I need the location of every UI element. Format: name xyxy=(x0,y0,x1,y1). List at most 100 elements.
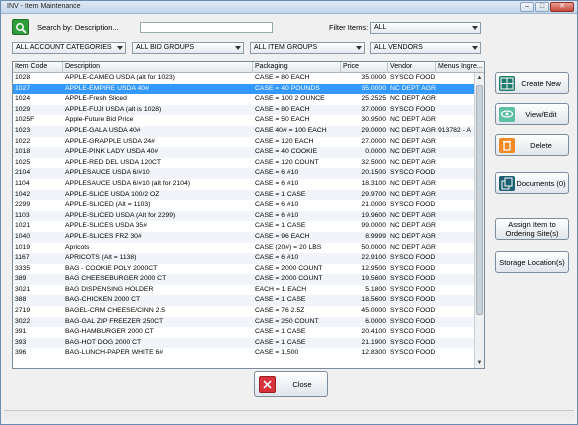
cell-item-code: 1025F xyxy=(15,116,35,124)
cell-packaging: CASE = 100 2 OUNCE xyxy=(255,95,325,103)
item-groups-select[interactable]: ALL ITEM GROUPS xyxy=(250,42,365,54)
cell-packaging: CASE = 40 POUNDS xyxy=(255,84,320,92)
table-row[interactable]: 1028 APPLE-CAMEO USDA (alt for 1023) CASE … xyxy=(13,73,475,84)
table-row[interactable]: 2299 APPLE-SLICED (Alt = 1103) CASE = 6 #1… xyxy=(13,200,475,211)
table-row[interactable]: 3022 BAG-GAL ZIP FREEZER 250CT CASE = 250 … xyxy=(13,316,475,328)
column-header-price[interactable]: Price xyxy=(341,62,388,73)
table-header: Item Code Description Packaging Price Ve… xyxy=(13,62,484,73)
table-row[interactable]: 1024 APPLE-Fresh Sliced CASE = 100 2 OUNCE… xyxy=(13,94,475,105)
scroll-up-icon[interactable]: ▲ xyxy=(475,73,484,83)
cell-item-code: 393 xyxy=(15,338,27,346)
table-row[interactable]: 1025F Apple-Future Bid Price CASE = 50 EAC… xyxy=(13,115,475,126)
cell-vendor: NC DEPT AGRI xyxy=(390,148,436,156)
table-row[interactable]: 388 BAG-CHICKEN 2000 CT CASE = 1 CASE 18.56… xyxy=(13,295,475,307)
cell-price: 0.0000 xyxy=(365,148,386,156)
table-row[interactable]: 1021 APPLE-SLICES USDA 35# CASE = 1 CASE 99… xyxy=(13,221,475,232)
table-row[interactable]: 3335 BAG - COOKIE POLY 2000CT CASE = 2000 … xyxy=(13,264,475,275)
cell-vendor: SYSCO FOOD xyxy=(390,328,436,336)
table-row[interactable]: 1040 APPLE-SLICES FRZ 30# CASE = 96 EACH 8.… xyxy=(13,231,475,243)
search-input[interactable] xyxy=(140,22,273,33)
status-bar xyxy=(4,410,574,420)
delete-label: Delete xyxy=(530,140,552,150)
table-row[interactable]: 3021 BAG DISPENSING HOLDER EACH = 1 EACH 5.… xyxy=(13,285,475,296)
table-row[interactable]: 1023 APPLE-GALA USDA 40# CASE 40# = 100 EA… xyxy=(13,125,475,137)
scroll-down-icon[interactable]: ▼ xyxy=(475,358,484,368)
maximize-button[interactable]: □ xyxy=(535,2,549,12)
cell-item-code: 1021 xyxy=(15,222,31,230)
cell-packaging: CASE = 76 2.5Z xyxy=(255,307,305,315)
close-button[interactable]: Close xyxy=(254,371,328,397)
cell-vendor: NC DEPT AGRI xyxy=(390,126,436,134)
view-edit-button[interactable]: View/Edit xyxy=(495,103,569,125)
search-label: Search by: Description... xyxy=(37,23,119,32)
cell-description: BAG CHEESEBURGER 2000 CT xyxy=(65,275,167,283)
column-header-packaging[interactable]: Packaging xyxy=(253,62,341,73)
cell-description: BAG DISPENSING HOLDER xyxy=(65,285,154,293)
window-close-button[interactable]: ✕ xyxy=(550,2,574,12)
column-header-description[interactable]: Description xyxy=(63,62,253,73)
cell-description: APPLE-GRAPPLE USDA 24# xyxy=(65,137,155,145)
table-row[interactable]: 389 BAG CHEESEBURGER 2000 CT CASE = 2000 C… xyxy=(13,274,475,285)
scroll-thumb[interactable] xyxy=(476,85,483,315)
table-row[interactable]: 391 BAG-HAMBURGER 2000 CT CASE = 1 CASE 20.… xyxy=(13,327,475,338)
filter-items-select[interactable]: ALL xyxy=(370,22,481,34)
table-row[interactable]: 1019 Apricots CASE (20#) = 20 LBS 50.0000 NC… xyxy=(13,243,475,254)
cell-item-code: 2719 xyxy=(15,307,31,315)
cell-vendor: SYSCO FOOD xyxy=(390,296,436,304)
close-icon xyxy=(259,376,276,393)
bid-groups-value: ALL BID GROUPS xyxy=(136,44,195,51)
cell-packaging: CASE (20#) = 20 LBS xyxy=(255,243,322,251)
account-categories-select[interactable]: ALL ACCOUNT CATEGORIES xyxy=(12,42,126,54)
table-row[interactable]: 396 BAG-LUNCH-PAPER WHITE 6# CASE = 1,500 1… xyxy=(13,348,475,359)
cell-vendor: SYSCO FOOD xyxy=(390,105,436,113)
table-row[interactable]: 1104 APPLESAUCE USDA 6/#10 (alt for 2104)… xyxy=(13,179,475,190)
table-row[interactable]: 1025 APPLE-RED DEL USDA 120CT CASE = 120 C… xyxy=(13,158,475,169)
cell-price: 5.1800 xyxy=(365,285,386,293)
cell-price: 22.9100 xyxy=(361,254,386,262)
column-header-item-code[interactable]: Item Code xyxy=(13,62,63,73)
cell-price: 20.1500 xyxy=(361,169,386,177)
documents-button[interactable]: Documents (0) xyxy=(495,172,569,194)
table-row[interactable]: 2719 BAGEL-CRM CHEESE/CINN 2.5 CASE = 76 2… xyxy=(13,306,475,317)
table-row[interactable]: 393 BAG-HOT DOG 2000 CT CASE = 1 CASE 21.19… xyxy=(13,337,475,349)
cell-price: 45.0000 xyxy=(361,307,386,315)
table-row[interactable]: 2104 APPLESAUCE USDA 6/#10 CASE = 6 #10 20.… xyxy=(13,168,475,179)
chevron-down-icon xyxy=(117,46,123,50)
table-row[interactable]: 1018 APPLE-PINK LADY USDA 40# CASE = 40 CO… xyxy=(13,147,475,158)
column-header-vendor[interactable]: Vendor xyxy=(388,62,436,73)
cell-vendor: SYSCO FOOD xyxy=(390,338,436,346)
cell-packaging: EACH = 1 EACH xyxy=(255,285,307,293)
cell-price: 12.9500 xyxy=(361,264,386,272)
cell-packaging: CASE = 1 CASE xyxy=(255,190,306,198)
cell-price: 12.8300 xyxy=(361,349,386,357)
minimize-button[interactable]: – xyxy=(520,2,534,12)
cell-item-code: 389 xyxy=(15,275,27,283)
vertical-scrollbar[interactable]: ▲ ▼ xyxy=(474,73,484,368)
cell-item-code: 2104 xyxy=(15,169,31,177)
cell-description: APPLE-CAMEO USDA (alt for 1023) xyxy=(65,74,175,81)
table-row[interactable]: 1027 APPLE-EMPIRE USDA 40# CASE = 40 POUND… xyxy=(13,83,475,95)
create-new-button[interactable]: Create New xyxy=(495,72,569,94)
table-row[interactable]: 1029 APPLE-FUJI USDA (alt is 1028) CASE = … xyxy=(13,104,475,116)
storage-locations-button[interactable]: Storage Location(s) xyxy=(495,251,569,273)
cell-vendor: NC DEPT AGRI xyxy=(390,243,436,251)
cell-item-code: 2299 xyxy=(15,201,31,209)
bid-groups-select[interactable]: ALL BID GROUPS xyxy=(132,42,244,54)
cell-description: BAG-CHICKEN 2000 CT xyxy=(65,296,141,304)
search-button[interactable] xyxy=(12,19,29,35)
table-row[interactable]: 1022 APPLE-GRAPPLE USDA 24# CASE = 120 EAC… xyxy=(13,137,475,148)
cell-item-code: 3022 xyxy=(15,317,31,325)
column-header-menus-ingredients[interactable]: Menus Ingre... xyxy=(436,62,484,73)
table-row[interactable]: 1103 APPLE-SLICED USDA (Alt for 2299) CASE… xyxy=(13,210,475,222)
cell-vendor: SYSCO FOOD xyxy=(390,264,436,272)
assign-item-button[interactable]: Assign Item to Ordering Site(s) xyxy=(495,218,569,240)
delete-button[interactable]: Delete xyxy=(495,134,569,156)
cell-vendor: SYSCO FOOD xyxy=(390,285,436,293)
cell-description: APPLE-EMPIRE USDA 40# xyxy=(65,84,149,92)
cell-packaging: CASE = 1 CASE xyxy=(255,338,306,346)
table-row[interactable]: 1042 APPLE-SLICE USDA 100/2 OZ CASE = 1 CA… xyxy=(13,189,475,201)
table-row[interactable]: 1167 APRICOTS (Alt = 1138) CASE = 6 #10 22.… xyxy=(13,253,475,264)
items-table: Item Code Description Packaging Price Ve… xyxy=(12,61,485,369)
cell-packaging: CASE = 250 COUNT xyxy=(255,317,319,325)
vendors-select[interactable]: ALL VENDORS xyxy=(370,42,481,54)
